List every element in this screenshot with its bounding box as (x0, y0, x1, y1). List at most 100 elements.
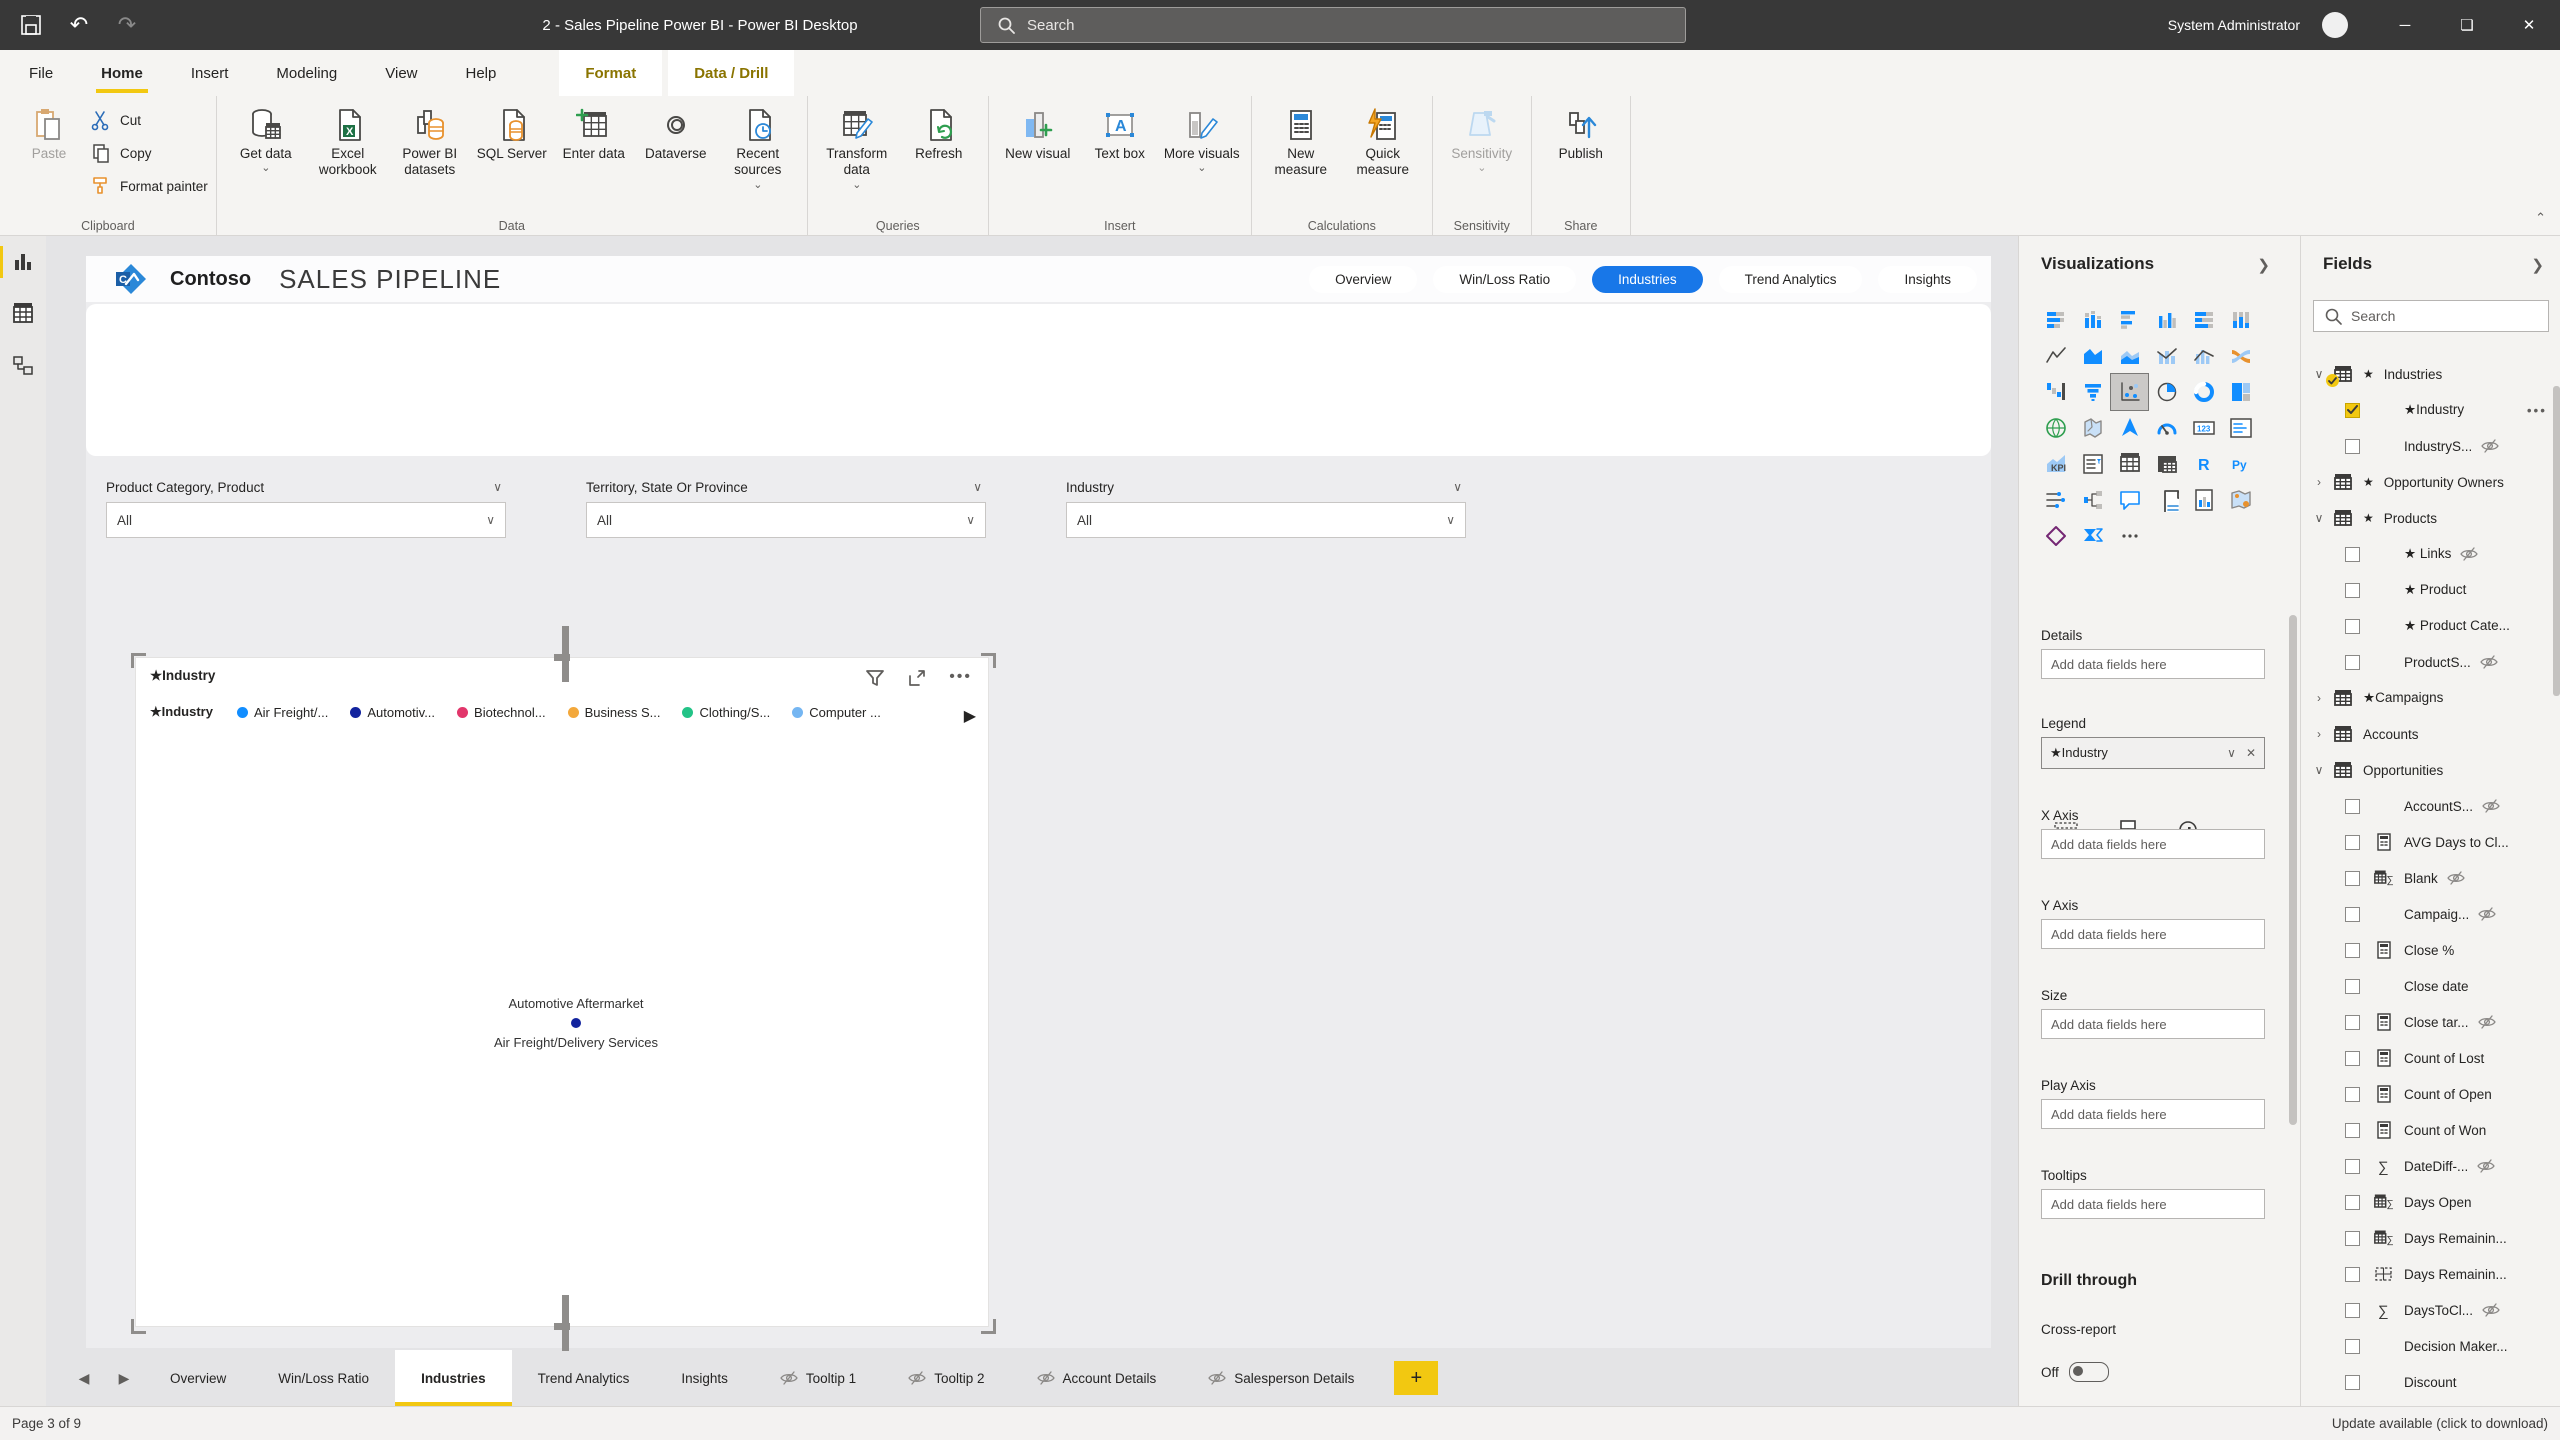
minimize-button[interactable]: ─ (2374, 0, 2436, 50)
sql-server-button[interactable]: SQL Server (471, 100, 553, 162)
table-row-accounts[interactable]: › Accounts (2301, 716, 2560, 752)
table-row-opportunity-owners[interactable]: › ★ Opportunity Owners (2301, 464, 2560, 500)
scatter-chart-icon[interactable] (2110, 373, 2149, 411)
recent-sources-button[interactable]: Recent sources ⌄ (717, 100, 799, 192)
hundred-stacked-bar-chart-icon[interactable] (2185, 302, 2222, 338)
format-painter-button[interactable]: Format painter (90, 174, 208, 198)
chevron-right-icon[interactable]: › (2311, 727, 2327, 741)
scatter-dot[interactable] (571, 1018, 581, 1028)
more-visuals-button[interactable]: More visuals ⌄ (1161, 100, 1243, 176)
remove-field-icon[interactable]: ✕ (2246, 746, 2256, 760)
drag-handle[interactable] (562, 626, 569, 682)
chevron-down-icon[interactable]: ∨ (2311, 511, 2327, 525)
quick-measure-button[interactable]: Quick measure (1342, 100, 1424, 179)
filter-header[interactable]: Territory, State Or Province ∨ (586, 480, 986, 495)
fields-scrollbar[interactable] (2553, 386, 2560, 696)
table-row-products[interactable]: ∨ ★ Products (2301, 500, 2560, 536)
nav-pill-win-loss-ratio[interactable]: Win/Loss Ratio (1433, 265, 1577, 293)
filter-dropdown[interactable]: All ∨ (586, 502, 986, 538)
collapse-pane-icon[interactable]: ❯ (2257, 256, 2270, 274)
collapse-ribbon-icon[interactable]: ⌃ (2535, 210, 2546, 226)
get-data-button[interactable]: Get data ⌄ (225, 100, 307, 176)
cross-report-toggle[interactable]: Off (2041, 1362, 2109, 1382)
checkbox[interactable] (2345, 1266, 2360, 1282)
data-view-button[interactable] (0, 288, 46, 340)
legend-item[interactable]: Air Freight/... (236, 705, 328, 720)
page-tab-win-loss-ratio[interactable]: Win/Loss Ratio (252, 1350, 395, 1406)
checkbox[interactable] (2345, 1158, 2360, 1174)
funnel-chart-icon[interactable] (2074, 374, 2111, 410)
more-options-icon[interactable] (2111, 518, 2148, 554)
field-row--industry[interactable]: ★Industry ••• (2301, 392, 2560, 428)
more-options-icon[interactable]: ••• (949, 668, 972, 688)
publish-button[interactable]: Publish (1540, 100, 1622, 162)
legend-item[interactable]: Computer ... (792, 705, 881, 720)
kpi-icon[interactable]: KPI (2037, 446, 2074, 482)
sensitivity-button[interactable]: Sensitivity ⌄ (1441, 100, 1523, 176)
waterfall-chart-icon[interactable] (2037, 374, 2074, 410)
field-row-count-of-won[interactable]: Count of Won (2301, 1112, 2560, 1148)
multi-row-card-icon[interactable] (2222, 410, 2259, 446)
filter-header[interactable]: Industry ∨ (1066, 480, 1466, 495)
field-row-campaig-[interactable]: Campaig... (2301, 896, 2560, 932)
nav-pill-overview[interactable]: Overview (1309, 265, 1418, 293)
field-row-decision-maker-[interactable]: Decision Maker... (2301, 1328, 2560, 1364)
field-row-blank[interactable]: ∑ Blank (2301, 860, 2560, 896)
power-automate-icon[interactable] (2074, 518, 2111, 554)
new-visual-button[interactable]: New visual (997, 100, 1079, 162)
page-tab-overview[interactable]: Overview (144, 1350, 252, 1406)
checkbox[interactable] (2345, 1374, 2360, 1390)
ribbon-tab-view[interactable]: View (376, 50, 426, 96)
checkbox[interactable] (2345, 438, 2360, 454)
redo-icon[interactable]: ↷ (110, 8, 144, 42)
slicer-icon[interactable] (2074, 446, 2111, 482)
gauge-icon[interactable] (2148, 410, 2185, 446)
well-dropzone[interactable]: Add data fields here (2041, 1099, 2265, 1129)
table-icon[interactable] (2111, 446, 2148, 482)
map-icon[interactable] (2037, 410, 2074, 446)
nav-pill-insights[interactable]: Insights (1878, 265, 1977, 293)
checkbox[interactable] (2345, 1122, 2360, 1138)
checkbox[interactable] (2345, 618, 2360, 634)
filter-icon[interactable] (865, 668, 885, 688)
ribbon-tab-insert[interactable]: Insert (182, 50, 238, 96)
checkbox[interactable] (2345, 582, 2360, 598)
page-tab-insights[interactable]: Insights (655, 1350, 754, 1406)
treemap-icon[interactable] (2222, 374, 2259, 410)
field-row-industrys-[interactable]: IndustryS... (2301, 428, 2560, 464)
contextual-tab-0[interactable]: Format (559, 50, 663, 96)
enter-data-button[interactable]: Enter data (553, 100, 635, 162)
resize-handle[interactable] (131, 653, 146, 668)
toggle-switch[interactable] (2068, 1362, 2109, 1382)
avatar[interactable] (2322, 12, 2348, 38)
checkbox[interactable] (2345, 1302, 2360, 1318)
page-tab-industries[interactable]: Industries (395, 1350, 512, 1406)
page-tab-tooltip-1[interactable]: Tooltip 1 (754, 1350, 882, 1406)
field-row-daystocl-[interactable]: ∑ DaysToCl... (2301, 1292, 2560, 1328)
new-measure-button[interactable]: New measure (1260, 100, 1342, 179)
filled-map-icon[interactable] (2074, 410, 2111, 446)
chevron-down-icon[interactable]: ∨ (2311, 367, 2327, 381)
search-input[interactable]: Search (980, 7, 1686, 43)
stacked-bar-chart-icon[interactable] (2037, 302, 2074, 338)
checkbox[interactable] (2345, 942, 2360, 958)
page-tab-trend-analytics[interactable]: Trend Analytics (512, 1350, 656, 1406)
paste-button[interactable]: Paste (8, 100, 90, 162)
excel-workbook-button[interactable]: X Excel workbook (307, 100, 389, 179)
line-stacked-column-chart-icon[interactable] (2148, 338, 2185, 374)
ribbon-tab-modeling[interactable]: Modeling (267, 50, 346, 96)
dataverse-button[interactable]: Dataverse (635, 100, 717, 162)
filter-dropdown[interactable]: All ∨ (106, 502, 506, 538)
ribbon-chart-icon[interactable] (2222, 338, 2259, 374)
close-button[interactable]: ✕ (2498, 0, 2560, 50)
checkbox[interactable] (2345, 1338, 2360, 1354)
field-row-days-remainin-[interactable]: Days Remainin... (2301, 1256, 2560, 1292)
restore-button[interactable]: ❏ (2436, 0, 2498, 50)
power-apps-icon[interactable] (2037, 518, 2074, 554)
field-row-days-open[interactable]: ∑ Days Open (2301, 1184, 2560, 1220)
table-row--campaigns[interactable]: › ★Campaigns (2301, 680, 2560, 716)
contextual-tab-1[interactable]: Data / Drill (668, 50, 795, 96)
field-row-accounts-[interactable]: AccountS... (2301, 788, 2560, 824)
well-dropzone[interactable]: Add data fields here (2041, 829, 2265, 859)
fields-search-input[interactable]: Search (2313, 300, 2549, 332)
